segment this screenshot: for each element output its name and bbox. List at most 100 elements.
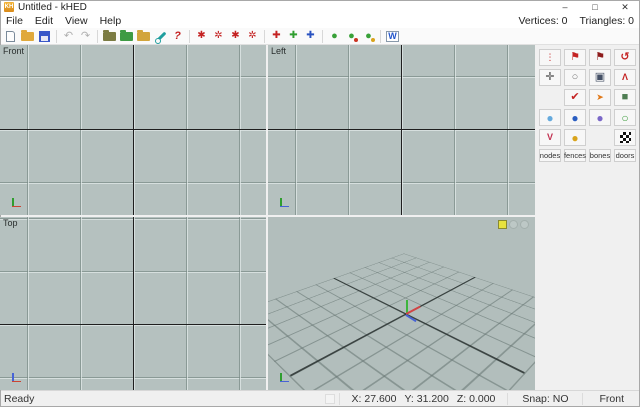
z-axis-icon xyxy=(280,380,289,382)
viewport-top-label: Top xyxy=(3,218,18,228)
left-axis-horizontal xyxy=(268,129,535,130)
sphere-light-button[interactable]: ● xyxy=(539,109,561,126)
texture-toggle-icon[interactable] xyxy=(509,220,518,229)
viewport-perspective[interactable] xyxy=(268,217,535,390)
smooth-1-icon: ● xyxy=(331,29,338,42)
magnet-tool-button[interactable]: V xyxy=(539,129,561,146)
viewport-front[interactable]: Front xyxy=(0,45,266,215)
settings-button[interactable] xyxy=(152,29,169,44)
redo-button[interactable]: ↷ xyxy=(77,29,94,44)
coord-y: Y: 31.200 xyxy=(404,393,449,405)
reload-textures-button[interactable] xyxy=(135,29,152,44)
close-button[interactable]: ✕ xyxy=(610,0,640,14)
triangles-count: Triangles: 0 xyxy=(579,15,634,27)
save-file-button[interactable] xyxy=(36,29,53,44)
model-stats: Vertices: 0 Triangles: 0 xyxy=(519,15,640,27)
align-z-icon: ✚ xyxy=(306,30,315,41)
coord-x: X: 27.600 xyxy=(351,393,397,405)
move-tool-button[interactable]: ✛ xyxy=(539,69,561,86)
menu-view[interactable]: View xyxy=(59,14,94,28)
grid-spacer xyxy=(589,129,611,146)
smooth-group-2-button[interactable]: ● xyxy=(343,29,360,44)
sphere-blue-button[interactable]: ● xyxy=(564,109,586,126)
extrude-tool-button[interactable]: ➤ xyxy=(589,89,611,106)
align-z-button[interactable]: ✚ xyxy=(302,29,319,44)
rotate-tool-button[interactable]: ○ xyxy=(564,69,586,86)
nodes-button[interactable]: nodes xyxy=(539,149,561,162)
select-drag-button[interactable]: ⚑ xyxy=(564,49,586,66)
fences-button[interactable]: fences xyxy=(564,149,586,162)
cursor-coordinates: X: 27.600 Y: 31.200 Z: 0.000 xyxy=(340,393,508,405)
viewport-top[interactable]: Top xyxy=(0,217,266,390)
open-file-button[interactable] xyxy=(19,29,36,44)
unweld-vertices-button[interactable]: ✱ xyxy=(227,29,244,44)
select-faces-icon: ⚑ xyxy=(595,51,605,63)
create-cube-button[interactable]: ■ xyxy=(614,89,636,106)
cube-icon: ■ xyxy=(621,91,629,103)
align-y-button[interactable]: ✚ xyxy=(285,29,302,44)
scale-tool-button[interactable]: ▣ xyxy=(589,69,611,86)
flip-tool-button[interactable]: ✔ xyxy=(564,89,586,106)
toolbar-separator xyxy=(56,29,57,43)
new-file-icon xyxy=(6,30,15,42)
unweld-icon: ✱ xyxy=(231,30,240,41)
left-axis-gizmo xyxy=(277,194,291,208)
new-file-button[interactable] xyxy=(2,29,19,44)
flip-check-icon: ✔ xyxy=(570,91,580,103)
maximize-button[interactable]: □ xyxy=(580,0,610,14)
help-button[interactable]: ? xyxy=(169,29,186,44)
smooth-3-icon: ● xyxy=(365,29,372,42)
weld-selected-button[interactable]: ✲ xyxy=(210,29,227,44)
torus-green-button[interactable]: ○ xyxy=(614,109,636,126)
select-faces-button[interactable]: ⚑ xyxy=(589,49,611,66)
weld-selected-icon: ✲ xyxy=(214,30,223,41)
export-folder-icon xyxy=(120,29,133,41)
export-model-button[interactable] xyxy=(118,29,135,44)
save-floppy-icon xyxy=(39,30,50,42)
menu-file[interactable]: File xyxy=(0,14,29,28)
uvw-mapping-button[interactable]: W xyxy=(384,29,401,44)
viewport-left[interactable]: Left xyxy=(268,45,535,215)
select-flag-icon: ⚑ xyxy=(570,51,580,63)
checker-flag-button[interactable] xyxy=(614,129,636,146)
scale-square-icon: ▣ xyxy=(594,71,606,83)
snap-status: Snap: NO xyxy=(522,393,569,405)
smooth-group-3-button[interactable]: ● xyxy=(360,29,377,44)
weld-icon: ✱ xyxy=(197,30,206,41)
minimize-button[interactable]: – xyxy=(550,0,580,14)
status-bar: Ready X: 27.600 Y: 31.200 Z: 0.000 Snap:… xyxy=(0,390,640,407)
smooth-group-1-button[interactable]: ● xyxy=(326,29,343,44)
window-title: Untitled - kHED xyxy=(18,1,87,13)
smooth-2-icon: ● xyxy=(348,29,355,42)
wrench-icon xyxy=(154,30,167,44)
weld-vertices-button[interactable]: ✱ xyxy=(193,29,210,44)
import-folder-icon xyxy=(103,29,116,41)
select-lasso-button[interactable]: ↺ xyxy=(614,49,636,66)
blue-sphere-icon: ● xyxy=(571,110,579,125)
magnet-icon: V xyxy=(546,132,553,142)
align-y-icon: ✚ xyxy=(289,30,298,41)
sphere-yellow-button[interactable]: ● xyxy=(564,129,586,146)
select-points-button[interactable]: ⋮ xyxy=(539,49,561,66)
align-x-button[interactable]: ✚ xyxy=(268,29,285,44)
doors-button[interactable]: doors xyxy=(614,149,636,162)
viewport-grid: Front Left Top xyxy=(0,45,535,390)
bones-button[interactable]: bones xyxy=(589,149,611,162)
menu-edit[interactable]: Edit xyxy=(29,14,59,28)
front-axis-horizontal xyxy=(0,129,266,130)
import-model-button[interactable] xyxy=(101,29,118,44)
perspective-axis-gizmo xyxy=(277,369,291,383)
measure-tool-button[interactable]: Λ xyxy=(614,69,636,86)
sphere-purple-button[interactable]: ● xyxy=(589,109,611,126)
green-ring-icon: ○ xyxy=(621,110,629,125)
front-axis-vertical xyxy=(133,45,134,215)
toolbar-separator xyxy=(97,29,98,43)
menu-help[interactable]: Help xyxy=(94,14,128,28)
light-toggle-icon[interactable] xyxy=(498,220,507,229)
undo-button[interactable]: ↶ xyxy=(60,29,77,44)
tool-sidebar: ⋮ ⚑ ⚑ ↺ ✛ ○ ▣ Λ ✔ ➤ ■ ● ● ● ○ V ● nodes … xyxy=(535,45,640,390)
unweld-selected-button[interactable]: ✲ xyxy=(244,29,261,44)
perspective-axis-1 xyxy=(289,276,476,377)
help-icon: ? xyxy=(174,29,181,42)
shading-toggle-icon[interactable] xyxy=(520,220,529,229)
